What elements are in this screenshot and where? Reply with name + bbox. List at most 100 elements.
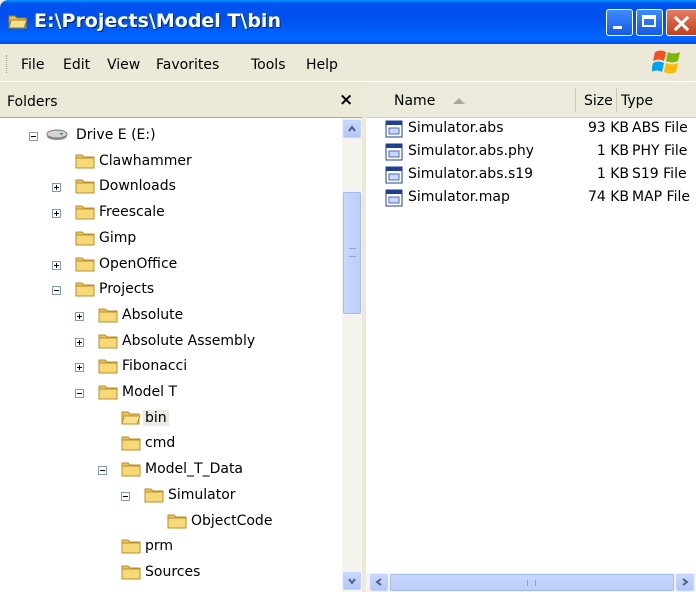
file-type: MAP File [632,189,690,205]
file-list-pane: Name Size Type Simulator.abs 93 KB ABS Fil… [366,82,696,592]
scroll-up-button[interactable] [343,120,361,138]
column-header-size[interactable]: Size [584,93,613,109]
file-list-horizontal-scrollbar[interactable] [366,573,696,592]
collapse-icon[interactable] [98,466,107,476]
file-icon [385,166,403,184]
menu-edit[interactable]: Edit [63,57,90,73]
tree-node-label: prm [145,538,174,555]
tree-node-label: Downloads [99,178,176,195]
expand-icon[interactable] [75,337,84,347]
tree-node[interactable]: Downloads [0,175,340,199]
folder-icon [121,461,141,477]
file-type: PHY File [632,143,688,159]
tree-node[interactable]: bin [0,407,340,431]
folder-icon [75,204,95,220]
tree-node[interactable]: Model T [0,381,340,405]
menu-favorites[interactable]: Favorites [156,57,219,73]
expand-icon[interactable] [52,183,61,193]
menu-view[interactable]: View [107,57,140,73]
maximize-button[interactable] [636,9,663,36]
folder-icon [167,513,187,529]
folders-header: Folders × [0,82,362,118]
file-size: 1 KB [596,143,629,159]
menu-file[interactable]: File [21,57,44,73]
folders-close-button[interactable]: × [339,90,353,110]
tree-node[interactable]: Sources [0,561,340,585]
tree-node-label: Sources [145,563,201,580]
tree-node-label: Gimp [99,229,137,246]
file-row[interactable]: Simulator.abs.s19 1 KB S19 File [366,164,696,186]
column-header-name[interactable]: Name [394,93,435,109]
folder-tree: Drive E (E:) Clawhammer Downloads Freescale… [0,118,342,592]
tree-node[interactable]: cmd [0,432,340,456]
file-row[interactable]: Simulator.abs.phy 1 KB PHY File [366,141,696,163]
scroll-right-button[interactable] [676,574,694,591]
chevron-up-icon [348,125,356,132]
tree-node-label: Fibonacci [122,358,188,375]
tree-node[interactable]: Projects [0,278,340,302]
tree-node[interactable]: Gimp [0,227,340,251]
tree-node[interactable]: Absolute Assembly [0,330,340,354]
folder-icon [98,307,118,323]
collapse-icon[interactable] [121,491,130,501]
chevron-right-icon [682,578,689,586]
file-size: 1 KB [596,166,629,182]
collapse-icon[interactable] [75,389,84,398]
tree-node[interactable]: Drive E (E:) [0,124,340,148]
tree-node[interactable]: OpenOffice [0,253,340,277]
tree-node[interactable]: prm [0,535,340,559]
column-divider[interactable] [575,88,576,112]
expand-icon[interactable] [52,260,61,270]
file-type: S19 File [632,166,687,182]
file-icon [385,143,403,161]
file-row[interactable]: Simulator.map 74 KB MAP File [366,187,696,209]
file-row[interactable]: Simulator.abs 93 KB ABS File [366,118,696,140]
title-bar[interactable]: E:\Projects\Model T\bin [0,0,696,44]
tree-node[interactable]: Freescale [0,201,340,225]
file-icon [385,189,403,207]
column-divider[interactable] [616,88,617,112]
folder-icon [75,230,95,246]
tree-node-label: Absolute [122,306,184,323]
tree-node-label: bin [143,409,169,426]
expand-icon[interactable] [52,209,61,219]
folder-icon [98,358,118,374]
expand-icon[interactable] [75,363,84,373]
expand-icon[interactable] [75,311,84,321]
file-size: 93 KB [587,120,629,136]
tree-node-label: Projects [99,281,155,298]
collapse-icon[interactable] [29,132,38,141]
open-folder-icon [121,410,141,426]
tree-node[interactable]: Model_T_Data [0,458,340,482]
folder-icon [121,564,141,580]
scroll-thumb[interactable] [343,192,361,314]
tree-node[interactable]: ObjectCode [0,510,340,534]
explorer-window: E:\Projects\Model T\bin File Edit View F… [0,0,696,592]
open-folder-icon [8,15,28,29]
column-header-type[interactable]: Type [621,93,653,109]
menu-tools[interactable]: Tools [251,57,286,73]
folder-tree-scrollbar[interactable] [342,118,362,592]
tree-node[interactable]: Absolute [0,304,340,328]
tree-node[interactable]: Simulator [0,484,340,508]
folder-icon [144,487,164,503]
collapse-icon[interactable] [52,286,61,296]
folder-icon [75,256,95,272]
scroll-thumb[interactable] [390,574,674,591]
menu-help[interactable]: Help [306,57,338,73]
tree-node[interactable]: Fibonacci [0,355,340,379]
folder-icon [121,538,141,554]
toolbar-grip[interactable] [6,55,10,73]
windows-logo-icon [652,50,680,74]
tree-node-label: Drive E (E:) [76,127,156,143]
close-button[interactable] [666,9,696,36]
drive-icon [46,127,68,143]
minimize-button[interactable] [606,9,633,36]
tree-node-label: Simulator [168,486,236,503]
file-icon [385,120,403,138]
scroll-left-button[interactable] [370,574,388,591]
tree-node-label: Absolute Assembly [122,332,256,349]
tree-node[interactable]: Clawhammer [0,150,340,174]
folders-title: Folders [7,94,58,110]
scroll-down-button[interactable] [343,572,361,590]
